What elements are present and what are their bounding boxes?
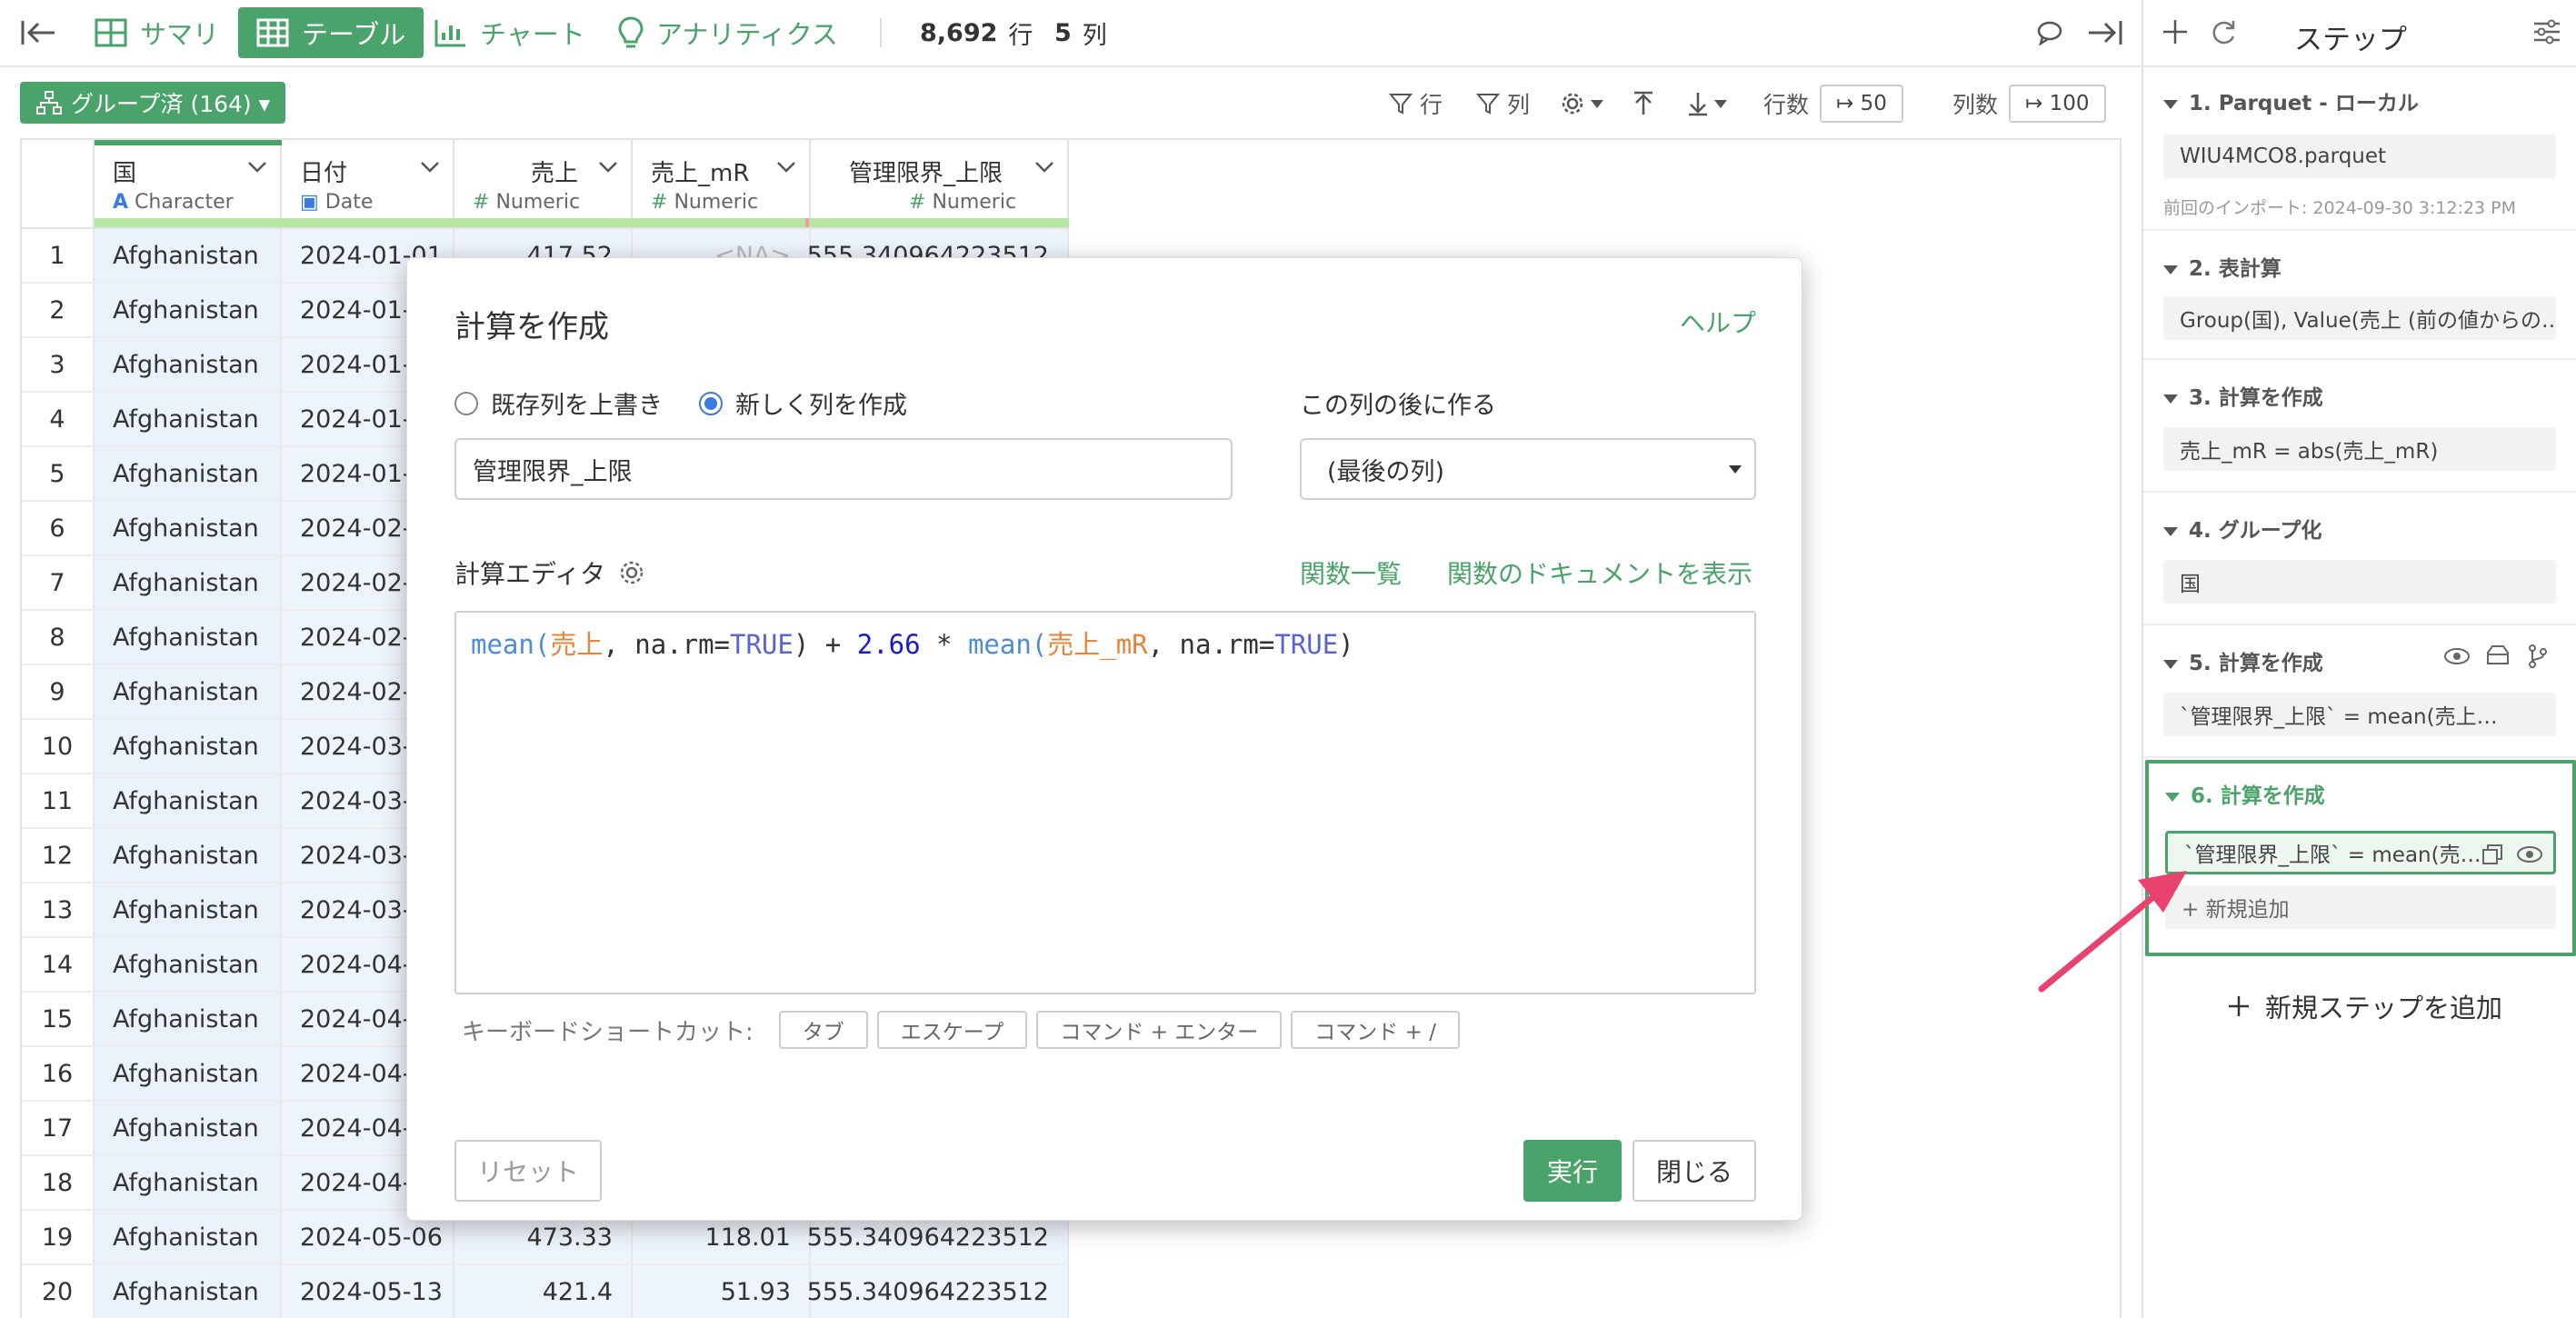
annotation-arrow-icon bbox=[2038, 871, 2187, 993]
